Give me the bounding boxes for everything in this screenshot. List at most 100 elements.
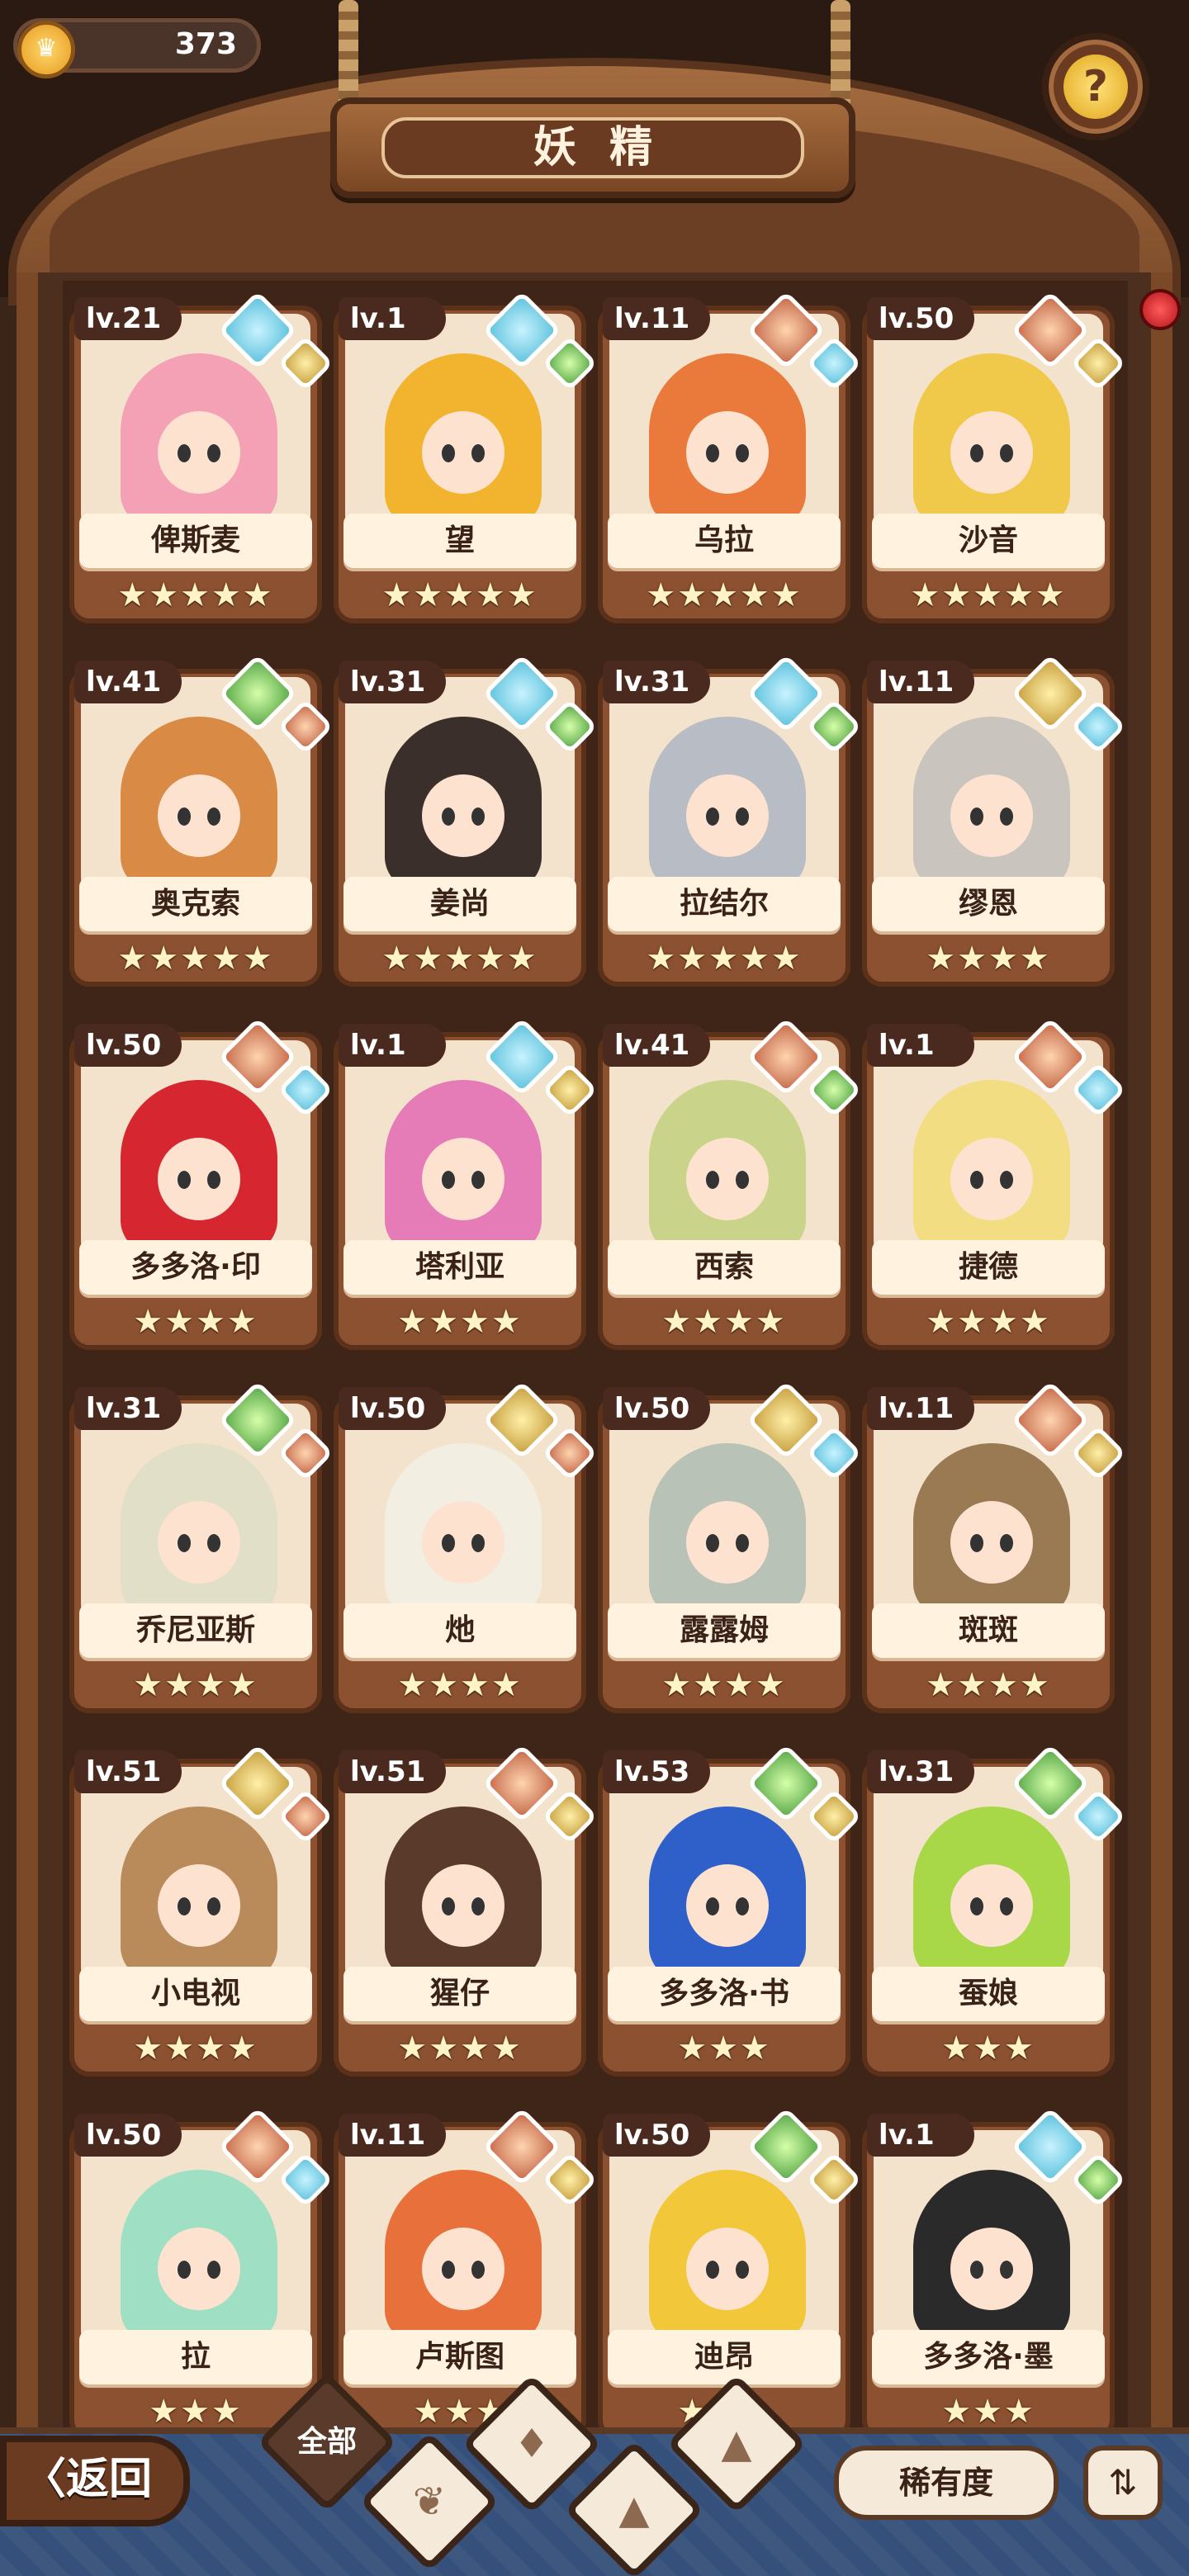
fairy-card[interactable]: lv.1 捷德 ★★★★ (862, 1016, 1126, 1354)
fairy-name: 多多洛·墨 (872, 2330, 1105, 2384)
fairy-card[interactable]: lv.21 俾斯麦 ★★★★★ (69, 290, 334, 627)
rarity-sort-button[interactable]: 稀有度 (834, 2446, 1059, 2520)
fairy-level: lv.50 (867, 297, 974, 340)
fairy-card[interactable]: lv.31 蚕娘 ★★★ (862, 1743, 1126, 2081)
fairy-card[interactable]: lv.50 沙音 ★★★★★ (862, 290, 1126, 627)
eye (706, 1897, 719, 1915)
eye (706, 807, 719, 826)
fairy-face (422, 1501, 504, 1584)
sort-order-icon: ⇅ (1108, 2462, 1138, 2503)
fairy-card[interactable]: lv.50 露露姆 ★★★★ (598, 1380, 862, 1717)
eye (178, 1534, 191, 1552)
fairy-card[interactable]: lv.50 多多洛·印 ★★★★ (69, 1016, 334, 1354)
fairy-name: 蚕娘 (872, 1967, 1105, 2021)
fairy-face (686, 2228, 769, 2310)
eye (970, 1171, 983, 1189)
fairy-name: 斑斑 (872, 1603, 1105, 1658)
fairy-portrait (913, 717, 1070, 890)
fairy-portrait (649, 1080, 806, 1253)
fairy-stars: ★★★★ (397, 1666, 523, 1704)
fairy-card[interactable]: lv.1 多多洛·墨 ★★★ (862, 2106, 1126, 2444)
fairy-card[interactable]: lv.31 拉结尔 ★★★★★ (598, 653, 862, 991)
eye (970, 807, 983, 826)
fairy-level: lv.41 (74, 661, 182, 703)
fairy-card[interactable]: lv.11 斑斑 ★★★★ (862, 1380, 1126, 1717)
fairy-card[interactable]: lv.41 奥克索 ★★★★★ (69, 653, 334, 991)
fairy-stars: ★★★★★ (117, 576, 274, 614)
eye (178, 1897, 191, 1915)
fairy-card[interactable]: lv.1 塔利亚 ★★★★ (334, 1016, 598, 1354)
eye (471, 1534, 485, 1552)
fairy-name: 奥克索 (79, 877, 312, 931)
eye (1000, 1171, 1013, 1189)
crown-coin-icon: ♛ (17, 21, 75, 78)
eye (970, 444, 983, 462)
fairy-portrait (385, 353, 542, 527)
eye (736, 1897, 749, 1915)
fairy-card[interactable]: lv.31 姜尚 ★★★★★ (334, 653, 598, 991)
fairy-name: 卢斯图 (343, 2330, 576, 2384)
eye (471, 444, 485, 462)
fairy-stars: ★★★★ (661, 1666, 787, 1704)
eye (442, 1171, 455, 1189)
fairy-level: lv.50 (339, 1387, 446, 1430)
fairy-card[interactable]: lv.1 望 ★★★★★ (334, 290, 598, 627)
fairy-card[interactable]: lv.41 西索 ★★★★ (598, 1016, 862, 1354)
fairy-face (158, 1501, 240, 1584)
fairy-portrait (121, 1080, 277, 1253)
fairy-card[interactable]: lv.51 猩仔 ★★★★ (334, 1743, 598, 2081)
fairy-name: 乌拉 (608, 514, 841, 568)
fairy-level: lv.41 (603, 1024, 710, 1067)
sort-order-button[interactable]: ⇅ (1083, 2446, 1163, 2520)
fairy-name: 缪恩 (872, 877, 1105, 931)
question-mark-icon: ? (1063, 54, 1128, 119)
fairy-level: lv.11 (339, 2114, 446, 2157)
eye (970, 1897, 983, 1915)
eye (970, 2261, 983, 2279)
eye (706, 2261, 719, 2279)
eye (207, 1171, 220, 1189)
eye (736, 1171, 749, 1189)
fairy-face (686, 1138, 769, 1220)
fairy-face (686, 1864, 769, 1947)
fairy-face (422, 774, 504, 857)
eye (471, 1897, 485, 1915)
eye (736, 444, 749, 462)
eye (178, 2261, 191, 2279)
fairy-portrait (385, 1080, 542, 1253)
fairy-level: lv.31 (339, 661, 446, 703)
eye (736, 2261, 749, 2279)
fairy-card[interactable]: lv.11 缪恩 ★★★★ (862, 653, 1126, 991)
fairy-level: lv.31 (603, 661, 710, 703)
fairy-face (422, 1138, 504, 1220)
fairy-level: lv.50 (603, 2114, 710, 2157)
help-button[interactable]: ? (1042, 33, 1149, 140)
fairy-portrait (121, 1443, 277, 1617)
fairy-card[interactable]: lv.53 多多洛·书 ★★★ (598, 1743, 862, 2081)
fairy-card[interactable]: lv.11 乌拉 ★★★★★ (598, 290, 862, 627)
fairy-card[interactable]: lv.31 乔尼亚斯 ★★★★ (69, 1380, 334, 1717)
mountain-icon: ▲ (618, 2487, 650, 2533)
fairy-face (422, 1864, 504, 1947)
eye (442, 1897, 455, 1915)
sprout-icon: ❦ (412, 2479, 447, 2525)
fairy-card[interactable]: lv.51 小电视 ★★★★ (69, 1743, 334, 2081)
fairy-face (950, 411, 1033, 494)
fairy-portrait (385, 1443, 542, 1617)
eye (207, 1897, 220, 1915)
fairy-name: 乔尼亚斯 (79, 1603, 312, 1658)
eye (178, 807, 191, 826)
fairy-stars: ★★★★ (397, 1303, 523, 1341)
back-button[interactable]: 〈返回 (0, 2436, 190, 2526)
fairy-stars: ★★★ (941, 2393, 1035, 2431)
eye (736, 807, 749, 826)
fairy-card[interactable]: lv.50 拉 ★★★ (69, 2106, 334, 2444)
eye (706, 1534, 719, 1552)
fairy-portrait (649, 717, 806, 890)
fairy-card[interactable]: lv.50 灺 ★★★★ (334, 1380, 598, 1717)
fairy-portrait (385, 2170, 542, 2343)
fairy-stars: ★★★★ (926, 1666, 1051, 1704)
fairy-portrait (121, 1807, 277, 1980)
fairy-name: 俾斯麦 (79, 514, 312, 568)
fairy-face (950, 774, 1033, 857)
